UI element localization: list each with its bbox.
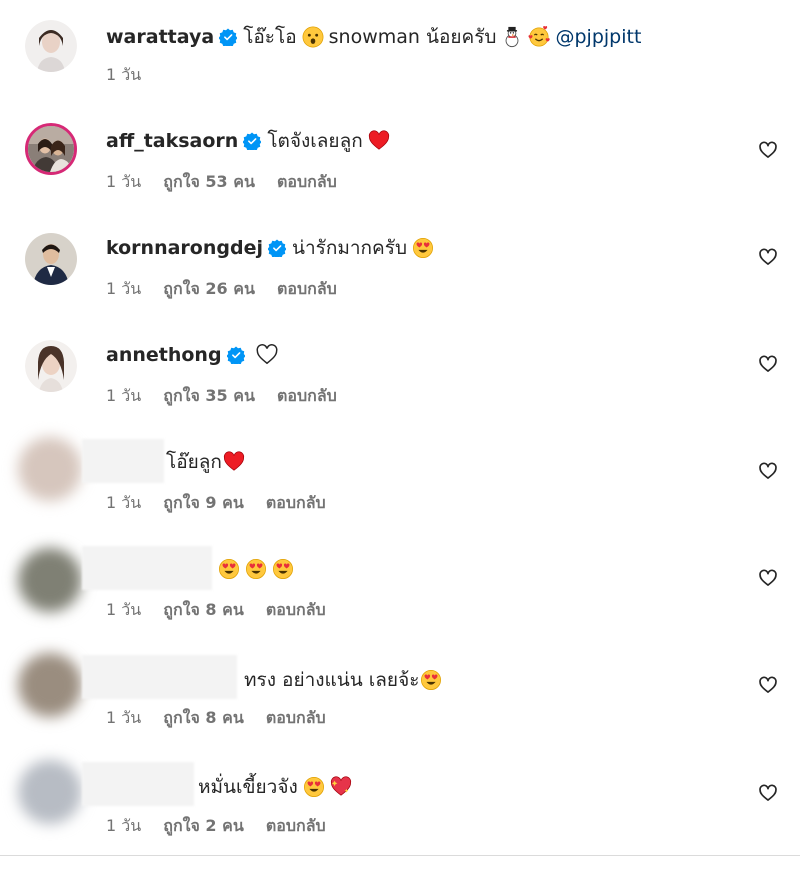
comment-text: น่ารักมากครับ — [291, 237, 408, 259]
comment-text: ทรง อย่างแน่น เลยจ้ะ — [244, 669, 420, 691]
snowman-emoji-icon — [501, 26, 523, 48]
reply-button[interactable]: ตอบกลับ — [277, 386, 337, 405]
verified-badge-icon — [243, 132, 262, 150]
username[interactable]: warattaya — [106, 24, 214, 50]
comment-text: โอ๊ยลูก — [166, 451, 222, 473]
divider — [0, 855, 800, 856]
comment-item: หมั่นเขี้ยวจัง 1 วัน ถูกใจ 2 คน ตอบกลับ — [0, 750, 800, 835]
heart-eyes-emoji-icon — [420, 669, 442, 691]
reply-button[interactable]: ตอบกลับ — [266, 708, 326, 727]
comment-item: annethong 1 วัน ถูกใจ 35 คน ตอบกลับ — [0, 322, 800, 405]
comment-meta: 1 วัน ถูกใจ 53 คน ตอบกลับ — [106, 172, 354, 192]
comment-meta: 1 วัน ถูกใจ 35 คน ตอบกลับ — [106, 386, 354, 406]
timestamp[interactable]: 1 วัน — [106, 493, 141, 512]
timestamp[interactable]: 1 วัน — [106, 279, 141, 298]
comment-item: โอ๊ยลูก 1 วัน ถูกใจ 9 คน ตอบกลับ — [0, 429, 800, 512]
likes-count[interactable]: ถูกใจ 2 คน — [163, 816, 243, 835]
red-heart-emoji-icon — [368, 130, 390, 152]
white-heart-emoji-icon — [256, 344, 278, 366]
timestamp[interactable]: 1 วัน — [106, 172, 141, 191]
likes-count[interactable]: ถูกใจ 35 คน — [163, 386, 255, 405]
likes-count[interactable]: ถูกใจ 26 คน — [163, 279, 255, 298]
sparkling-heart-emoji-icon — [330, 776, 352, 798]
comment-line: หมั่นเขี้ยวจัง — [198, 774, 352, 800]
comment-line — [218, 558, 294, 580]
comment-text: โตจังเลยลูก — [267, 130, 363, 152]
heart-eyes-emoji-icon — [272, 558, 294, 580]
red-heart-emoji-icon — [223, 451, 245, 473]
mention-link[interactable]: @pjpjpitt — [555, 24, 641, 50]
comment-line: ทรง อย่างแน่น เลยจ้ะ — [244, 667, 442, 693]
comment-item: aff_taksaorn โตจังเลยลูก 1 วัน ถูกใจ 53 … — [0, 108, 800, 191]
username[interactable]: annethong — [106, 342, 222, 368]
like-heart-icon[interactable] — [758, 247, 778, 267]
comment-line: annethong — [106, 342, 278, 368]
comment-meta: 1 วัน ถูกใจ 8 คน ตอบกลับ — [106, 600, 343, 620]
comment-item: ทรง อย่างแน่น เลยจ้ะ 1 วัน ถูกใจ 8 คน ตอ… — [0, 643, 800, 727]
likes-count[interactable]: ถูกใจ 9 คน — [163, 493, 243, 512]
comment-meta: 1 วัน ถูกใจ 9 คน ตอบกลับ — [106, 493, 343, 513]
like-heart-icon[interactable] — [758, 675, 778, 695]
like-heart-icon[interactable] — [758, 568, 778, 588]
verified-badge-icon — [267, 239, 286, 257]
verified-badge-icon — [226, 346, 245, 364]
comment-line: warattaya โอ๊ะโอ snowman น้อยครับ @pjpjp… — [106, 24, 641, 50]
username-redacted — [82, 439, 164, 483]
like-heart-icon[interactable] — [758, 461, 778, 481]
timestamp[interactable]: 1 วัน — [106, 708, 141, 727]
smiling-face-with-hearts-emoji-icon — [528, 26, 551, 48]
comment-meta: 1 วัน ถูกใจ 26 คน ตอบกลับ — [106, 279, 354, 299]
avatar[interactable] — [18, 548, 82, 612]
comment-meta: 1 วัน — [106, 65, 158, 85]
comment-meta: 1 วัน ถูกใจ 8 คน ตอบกลับ — [106, 708, 343, 728]
heart-eyes-emoji-icon — [218, 558, 240, 580]
like-heart-icon[interactable] — [758, 140, 778, 160]
comment-text: หมั่นเขี้ยวจัง — [198, 776, 298, 798]
reply-button[interactable]: ตอบกลับ — [266, 600, 326, 619]
comment-line: โอ๊ยลูก — [166, 449, 245, 475]
comment-meta: 1 วัน ถูกใจ 2 คน ตอบกลับ — [106, 816, 343, 836]
username[interactable]: kornnarongdej — [106, 235, 263, 261]
avatar[interactable] — [18, 653, 82, 717]
comment-item: 1 วัน ถูกใจ 8 คน ตอบกลับ — [0, 536, 800, 619]
avatar[interactable] — [25, 123, 77, 175]
heart-eyes-emoji-icon — [412, 237, 434, 259]
comment-text-2: snowman น้อยครับ — [328, 26, 497, 48]
reply-button[interactable]: ตอบกลับ — [277, 172, 337, 191]
comment-item: warattaya โอ๊ะโอ snowman น้อยครับ @pjpjp… — [0, 0, 800, 84]
username-redacted — [82, 655, 237, 699]
avatar[interactable] — [18, 760, 82, 824]
likes-count[interactable]: ถูกใจ 8 คน — [163, 600, 243, 619]
timestamp[interactable]: 1 วัน — [106, 65, 141, 84]
comment-line: aff_taksaorn โตจังเลยลูก — [106, 128, 390, 154]
reply-button[interactable]: ตอบกลับ — [266, 816, 326, 835]
likes-count[interactable]: ถูกใจ 8 คน — [163, 708, 243, 727]
username-redacted — [82, 762, 194, 806]
username-redacted — [82, 546, 212, 590]
like-heart-icon[interactable] — [758, 783, 778, 803]
heart-eyes-emoji-icon — [245, 558, 267, 580]
avatar[interactable] — [25, 340, 77, 392]
avatar[interactable] — [18, 437, 82, 501]
verified-badge-icon — [219, 28, 238, 46]
likes-count[interactable]: ถูกใจ 53 คน — [163, 172, 255, 191]
reply-button[interactable]: ตอบกลับ — [266, 493, 326, 512]
username[interactable]: aff_taksaorn — [106, 128, 238, 154]
reply-button[interactable]: ตอบกลับ — [277, 279, 337, 298]
hushed-face-emoji-icon — [302, 26, 324, 48]
avatar[interactable] — [25, 233, 77, 285]
comment-text: โอ๊ะโอ — [243, 26, 297, 48]
avatar[interactable] — [25, 20, 77, 72]
timestamp[interactable]: 1 วัน — [106, 600, 141, 619]
like-heart-icon[interactable] — [758, 354, 778, 374]
comment-item: kornnarongdej น่ารักมากครับ 1 วัน ถูกใจ … — [0, 215, 800, 298]
comment-line: kornnarongdej น่ารักมากครับ — [106, 235, 434, 261]
heart-eyes-emoji-icon — [303, 776, 325, 798]
timestamp[interactable]: 1 วัน — [106, 386, 141, 405]
timestamp[interactable]: 1 วัน — [106, 816, 141, 835]
